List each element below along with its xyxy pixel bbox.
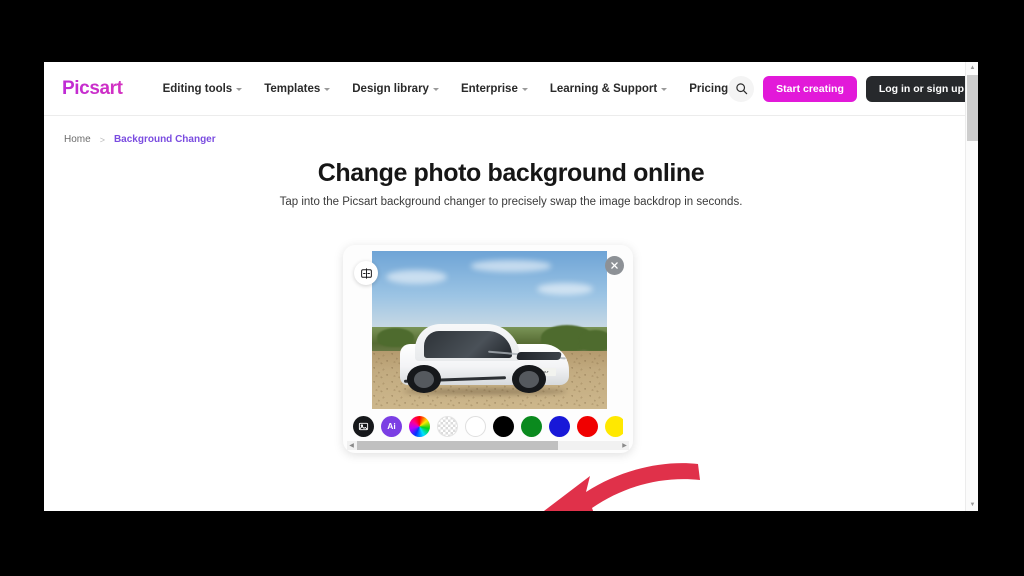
chevron-down-icon <box>661 88 668 91</box>
swatch-black-background[interactable] <box>493 415 514 437</box>
swatch-white-background[interactable] <box>465 415 486 437</box>
cloud-shape <box>470 260 551 272</box>
nav-item-enterprise[interactable]: Enterprise <box>461 83 528 95</box>
scroll-down-arrow-icon[interactable]: ▼ <box>966 499 978 511</box>
swatch-green-background[interactable] <box>521 415 542 437</box>
start-creating-button[interactable]: Start creating <box>763 75 857 102</box>
chevron-down-icon <box>236 88 243 91</box>
page-subtitle: Tap into the Picsart background changer … <box>279 196 743 208</box>
breadcrumb-home[interactable]: Home <box>64 134 91 145</box>
site-header: Picsart Editing tools Templates Design l… <box>44 62 978 116</box>
swatch-transparent-background[interactable] <box>437 415 458 437</box>
search-icon <box>735 83 747 95</box>
swatch-color-picker[interactable] <box>409 415 430 437</box>
cloud-shape <box>536 282 593 296</box>
compare-button[interactable] <box>354 261 378 285</box>
arrow-shape <box>543 463 700 511</box>
swatch-yellow-background[interactable] <box>605 415 623 437</box>
nav-item-templates[interactable]: Templates <box>264 82 331 95</box>
breadcrumb: Home > Background Changer <box>44 116 978 145</box>
page-title: Change photo background online <box>317 159 705 187</box>
background-swatch-list[interactable]: Ai <box>353 413 623 439</box>
chevron-down-icon <box>432 88 439 91</box>
picsart-logo[interactable]: Picsart <box>62 78 123 100</box>
nav-item-learning-support[interactable]: Learning & Support <box>549 82 668 95</box>
car-front-wheel <box>511 364 546 394</box>
hero-section: Change photo background online Tap into … <box>44 159 978 208</box>
image-icon <box>358 422 369 430</box>
nav-item-label: Pricing <box>689 82 729 95</box>
scroll-up-arrow-icon[interactable]: ▲ <box>966 62 978 74</box>
browser-page: Picsart Editing tools Templates Design l… <box>44 62 978 511</box>
swatch-blue-background[interactable] <box>549 415 570 437</box>
scrollbar-thumb[interactable] <box>357 441 558 450</box>
chevron-down-icon <box>324 88 331 91</box>
compare-split-icon <box>360 267 372 279</box>
scroll-left-arrow-icon[interactable]: ◀ <box>347 441 356 450</box>
search-button[interactable] <box>728 75 755 102</box>
swatch-ai-label: Ai <box>387 421 396 431</box>
close-icon <box>611 262 618 269</box>
swatch-ai-background[interactable]: Ai <box>381 415 402 437</box>
car-windshield <box>423 330 512 358</box>
car-headlight <box>516 352 562 360</box>
login-signup-button[interactable]: Log in or sign up <box>865 75 978 102</box>
nav-item-label: Learning & Support <box>549 82 658 95</box>
annotation-arrow <box>543 463 700 511</box>
swatch-image-background[interactable] <box>353 415 374 437</box>
page-scrollbar[interactable]: ▲ ▼ <box>965 62 978 511</box>
scroll-right-arrow-icon[interactable]: ▶ <box>620 441 629 450</box>
bush-shape <box>578 330 607 351</box>
nav-item-label: Enterprise <box>460 82 518 95</box>
photo-preview[interactable]: KM20 WLT <box>372 251 607 409</box>
breadcrumb-current[interactable]: Background Changer <box>114 134 216 145</box>
chevron-down-icon <box>521 88 528 91</box>
nav-item-design-library[interactable]: Design library <box>352 83 439 95</box>
editor-card-wrapper: KM20 WLT <box>343 245 633 453</box>
close-button[interactable] <box>605 256 624 275</box>
nav-item-label: Editing tools <box>162 82 233 95</box>
nav-item-label: Templates <box>264 82 321 95</box>
car-rear-wheel <box>406 364 441 394</box>
swatch-red-background[interactable] <box>577 415 598 437</box>
main-navigation: Editing tools Templates Design library E… <box>163 83 729 95</box>
editor-card: KM20 WLT <box>343 245 633 453</box>
nav-item-pricing[interactable]: Pricing <box>689 83 728 95</box>
swatch-scrollbar[interactable]: ◀ ▶ <box>347 441 629 450</box>
header-actions: Start creating Log in or sign up <box>728 75 978 102</box>
car-subject: KM20 WLT <box>400 323 570 395</box>
page-scrollbar-thumb[interactable] <box>967 75 978 141</box>
breadcrumb-separator: > <box>99 134 105 145</box>
nav-item-editing-tools[interactable]: Editing tools <box>163 83 243 95</box>
scrollbar-track[interactable] <box>356 441 620 450</box>
nav-item-label: Design library <box>352 82 429 95</box>
